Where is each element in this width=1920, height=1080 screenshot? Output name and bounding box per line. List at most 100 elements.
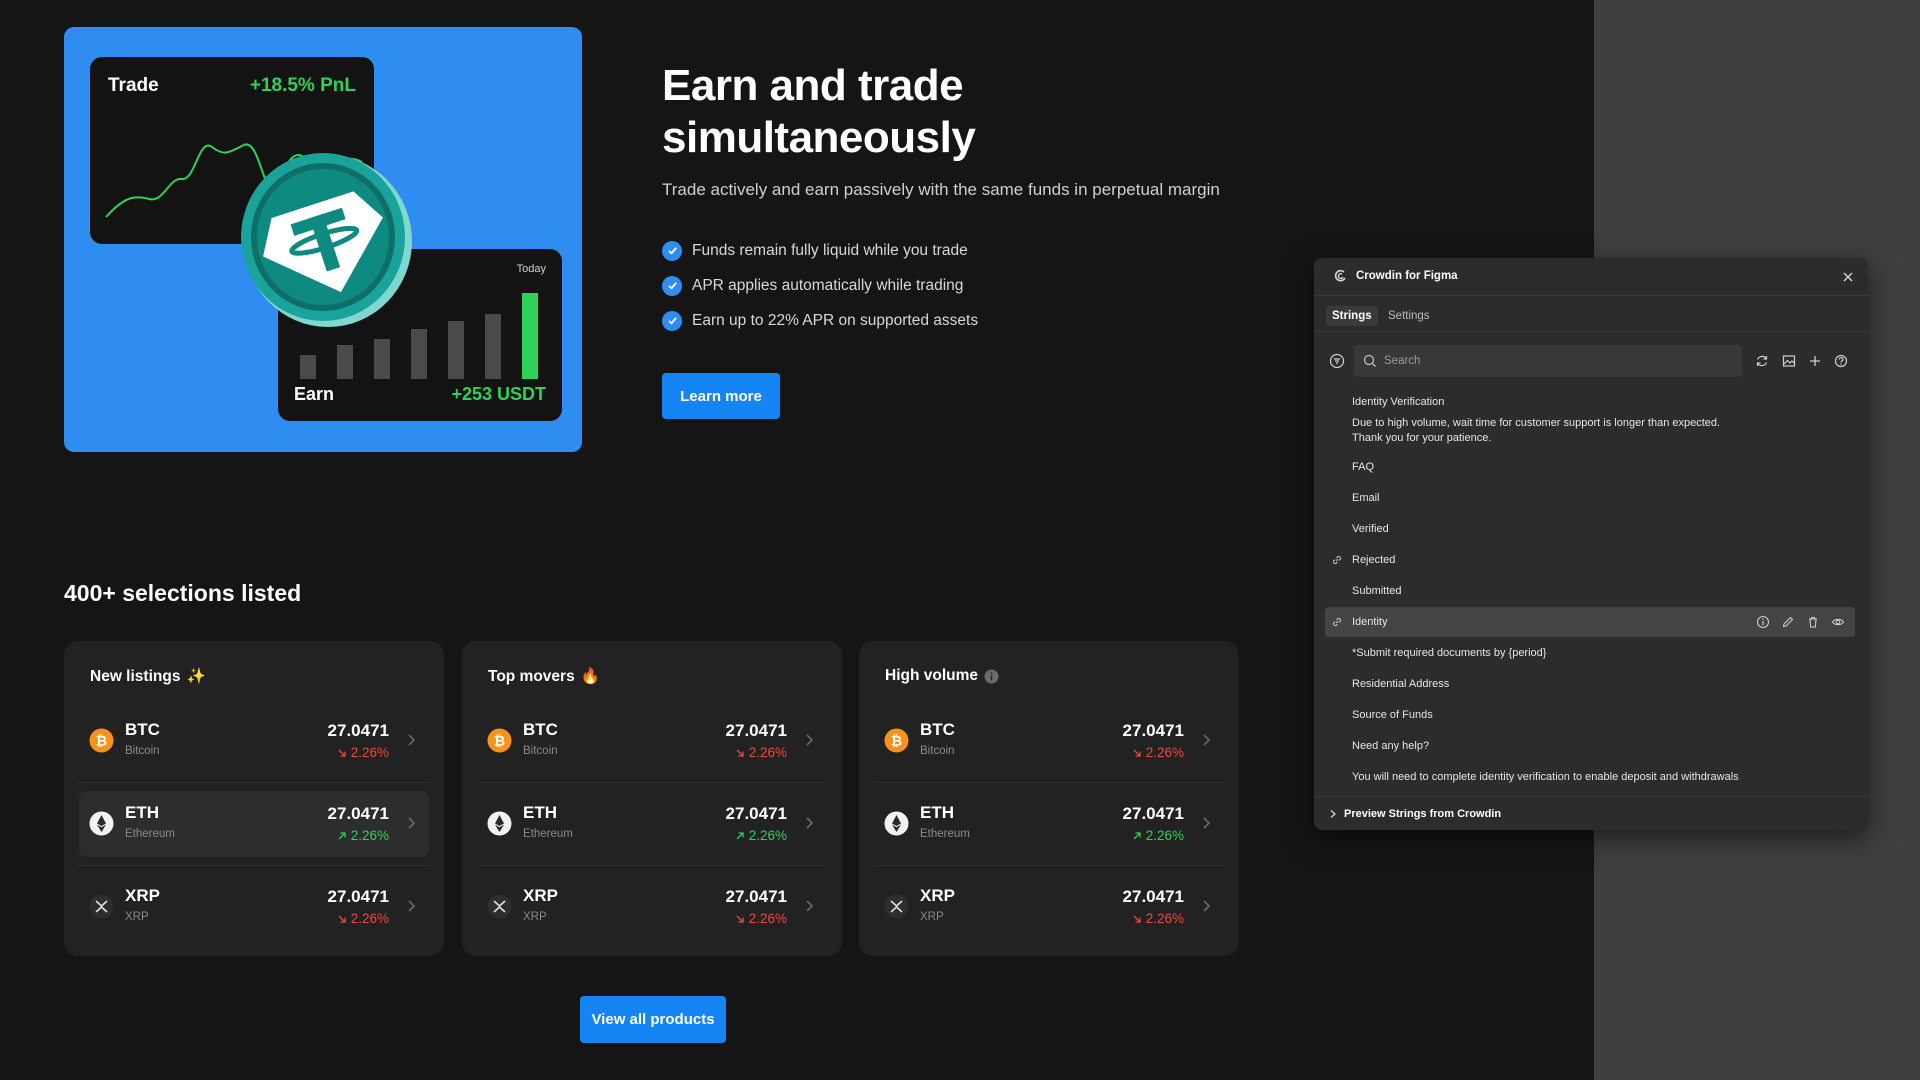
card-title-text: High volume [885,667,979,684]
search-input[interactable] [1354,345,1742,377]
chevron-right-icon [1203,734,1211,746]
learn-more-button[interactable]: Learn more [662,373,780,419]
panel-footer[interactable]: Preview Strings from Crowdin [1314,796,1868,830]
asset-price: 27.0471 [327,887,389,906]
feature-text: Funds remain fully liquid while you trad… [692,241,968,259]
asset-name: XRP [125,911,149,923]
asset-change-value: 2.26% [1145,745,1184,760]
tab-strings[interactable]: Strings [1326,306,1378,326]
ethereum-icon [487,811,512,836]
market-row-btc[interactable]: ₿ BTC Bitcoin 27.0471 2.26% [477,708,827,774]
view-all-products-button[interactable]: View all products [580,996,726,1043]
market-card: New listings ✨ ₿ BTC Bitcoin 27.0471 2.26% ETH E… [64,641,444,956]
asset-change-value: 2.26% [748,911,787,926]
asset-symbol: ETH [920,803,954,822]
image-icon[interactable] [1782,354,1796,368]
svg-text:₿: ₿ [494,733,505,749]
arrow-down-right-icon [338,749,346,757]
earn-bar [522,293,538,379]
string-item[interactable]: Source of Funds [1352,708,1772,723]
close-icon[interactable] [1840,269,1856,285]
ethereum-icon [89,811,114,836]
card-title-text: New listings [90,667,181,685]
market-row-eth[interactable]: ETH Ethereum 27.0471 2.26% [477,791,827,857]
market-row-eth[interactable]: ETH Ethereum 27.0471 2.26% [874,791,1224,857]
feature-list: Funds remain fully liquid while you trad… [662,233,978,338]
asset-change-value: 2.26% [350,828,389,843]
asset-name: Ethereum [125,828,175,840]
refresh-icon[interactable] [1755,354,1769,368]
string-item[interactable]: Identity Verification [1352,395,1772,410]
check-icon [662,275,682,296]
market-card-title: Top movers 🔥 [488,667,600,686]
xrp-icon [487,894,512,919]
preview-strings-toggle[interactable]: Preview Strings from Crowdin [1344,808,1501,820]
asset-change: 2.26% [735,745,787,760]
market-row-eth[interactable]: ETH Ethereum 27.0471 2.26% [79,791,429,857]
market-row-btc[interactable]: ₿ BTC Bitcoin 27.0471 2.26% [874,708,1224,774]
earn-bar [374,339,390,379]
earn-bar [448,321,464,379]
bitcoin-icon: ₿ [89,728,114,753]
market-row-xrp[interactable]: XRP XRP 27.0471 2.26% [874,874,1224,940]
ethereum-icon [884,811,909,836]
string-item[interactable]: Rejected [1352,553,1772,568]
eye-icon[interactable] [1831,615,1845,629]
chevron-right-icon [408,734,416,746]
string-item[interactable]: FAQ [1352,460,1772,475]
asset-price: 27.0471 [1122,721,1184,740]
asset-price: 27.0471 [1122,804,1184,823]
asset-symbol: BTC [920,720,955,739]
market-row-xrp[interactable]: XRP XRP 27.0471 2.26% [477,874,827,940]
delete-icon[interactable] [1806,615,1820,629]
help-icon[interactable] [1834,354,1848,368]
asset-symbol: BTC [523,720,558,739]
string-item[interactable]: You will need to complete identity verif… [1352,770,1772,785]
string-item[interactable]: Email [1352,491,1772,506]
arrow-up-right-icon [736,831,744,839]
panel-title: Crowdin for Figma [1356,270,1458,282]
market-row-xrp[interactable]: XRP XRP 27.0471 2.26% [79,874,429,940]
arrow-up-right-icon [1133,831,1141,839]
asset-price: 27.0471 [725,804,787,823]
asset-change-value: 2.26% [1145,911,1184,926]
filter-icon[interactable] [1329,353,1345,369]
svg-text:₿: ₿ [96,733,107,749]
add-icon[interactable] [1808,354,1822,368]
chevron-right-icon [806,734,814,746]
panel-tabs: Strings Settings [1314,296,1868,332]
chevron-right-icon [806,817,814,829]
hero-subtitle: Trade actively and earn passively with t… [662,180,1220,199]
string-item[interactable]: Identity [1352,615,1772,630]
tab-settings[interactable]: Settings [1382,306,1436,326]
arrow-down-right-icon [1133,749,1141,757]
asset-name: Bitcoin [920,745,955,757]
string-item[interactable]: Due to high volume, wait time for custom… [1352,416,1772,446]
asset-change: 2.26% [337,911,389,926]
trade-pnl: +18.5% PnL [249,75,356,96]
string-item[interactable]: Need any help? [1352,739,1772,754]
asset-name: Bitcoin [125,745,160,757]
asset-price: 27.0471 [725,721,787,740]
info-icon[interactable] [984,669,999,684]
string-item[interactable]: Residential Address [1352,677,1772,692]
arrow-down-right-icon [1133,915,1141,923]
string-item[interactable]: Submitted [1352,584,1772,599]
market-card-title: High volume [885,667,999,685]
asset-symbol: ETH [125,803,159,822]
asset-change: 2.26% [1132,745,1184,760]
today-label: Today [516,263,546,275]
row-divider [477,782,827,783]
market-row-btc[interactable]: ₿ BTC Bitcoin 27.0471 2.26% [79,708,429,774]
search-icon [1363,354,1376,367]
edit-icon[interactable] [1781,615,1795,629]
svg-text:₿: ₿ [891,733,902,749]
asset-change-value: 2.26% [748,828,787,843]
link-icon [1332,617,1342,627]
string-item[interactable]: *Submit required documents by {period} [1352,646,1772,661]
chevron-right-icon [408,900,416,912]
asset-price: 27.0471 [725,887,787,906]
asset-name: XRP [523,911,547,923]
asset-price: 27.0471 [327,721,389,740]
string-item[interactable]: Verified [1352,522,1772,537]
